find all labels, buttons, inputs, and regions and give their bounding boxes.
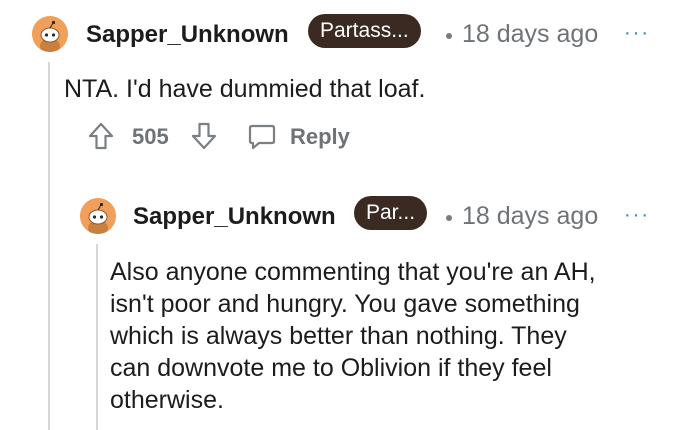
thread-line-root[interactable] bbox=[48, 62, 50, 430]
meta-separator-dot bbox=[446, 33, 452, 39]
thread-line-reply[interactable] bbox=[96, 244, 98, 430]
comment-body-line: otherwise. bbox=[110, 386, 224, 414]
more-options-icon[interactable]: ··· bbox=[624, 204, 650, 227]
user-flair[interactable]: Partass... bbox=[308, 14, 421, 48]
vote-count: 505 bbox=[132, 124, 169, 149]
meta-separator-dot bbox=[446, 215, 452, 221]
comment-author[interactable]: Sapper_Unknown bbox=[133, 203, 336, 231]
comment-author[interactable]: Sapper_Unknown bbox=[86, 21, 289, 49]
user-flair[interactable]: Par... bbox=[354, 196, 428, 230]
comment-body-line: Also anyone commenting that you're an AH… bbox=[110, 258, 596, 286]
comment-body: NTA. I'd have dummied that loaf. bbox=[64, 75, 426, 103]
downvote-arrow-icon[interactable] bbox=[191, 122, 217, 150]
comment-body-line: can downvote me to Oblivion if they feel bbox=[110, 354, 552, 382]
upvote-arrow-icon[interactable] bbox=[88, 122, 114, 150]
avatar-snoo-icon[interactable] bbox=[32, 16, 68, 52]
comment-body-line: which is always better than nothing. The… bbox=[110, 322, 567, 350]
comment-body-line: isn't poor and hungry. You gave somethin… bbox=[110, 290, 580, 318]
avatar-snoo-icon[interactable] bbox=[80, 198, 116, 234]
comment-timestamp: 18 days ago bbox=[462, 20, 599, 48]
comment-timestamp: 18 days ago bbox=[462, 202, 599, 230]
reply-label[interactable]: Reply bbox=[290, 124, 350, 150]
more-options-icon[interactable]: ··· bbox=[624, 22, 650, 45]
comment-bubble-icon[interactable] bbox=[248, 124, 276, 150]
